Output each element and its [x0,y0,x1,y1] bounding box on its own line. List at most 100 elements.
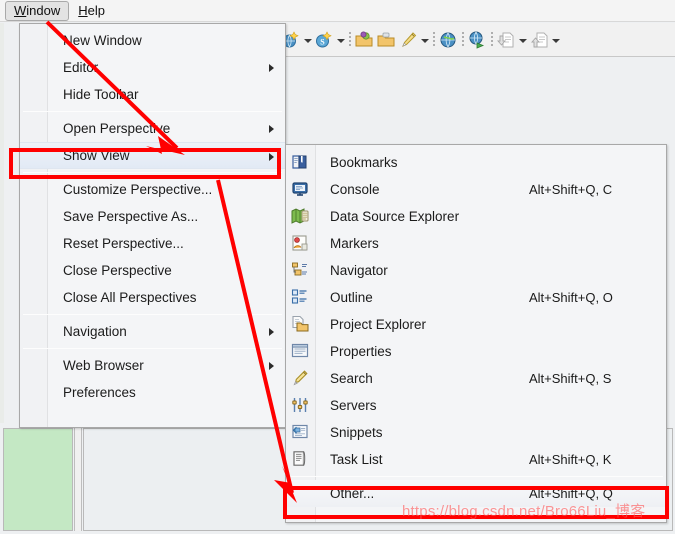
dropdown-arrow-icon[interactable] [419,30,430,50]
submenu-item-accel: Alt+Shift+Q, K [529,452,612,467]
import-document-icon[interactable] [496,30,516,50]
globe-export-icon[interactable] [467,30,487,50]
submenu-item-data-source-explorer[interactable]: Data Source Explorer [286,203,666,230]
menu-item-preferences[interactable]: Preferences [20,379,285,406]
submenu-item-outline[interactable]: Outline Alt+Shift+Q, O [286,284,666,311]
submenu-item-label: Project Explorer [330,317,427,332]
dropdown-arrow-icon[interactable] [550,30,561,50]
snippets-icon [291,423,309,441]
menu-bar: WWindowindow Help [0,0,675,22]
spring-run-icon[interactable]: S [314,30,334,50]
submenu-item-label: Markers [330,236,379,251]
menu-item-editor[interactable]: Editor [20,54,285,81]
menu-item-reset-perspective[interactable]: Reset Perspective... [20,230,285,257]
submenu-item-label: Navigator [330,263,388,278]
menu-item-web-browser[interactable]: Web Browser [20,352,285,379]
properties-icon [291,342,309,360]
editor-area-green-panel [3,428,73,531]
chevron-right-icon [269,328,274,336]
submenu-item-navigator[interactable]: Navigator [286,257,666,284]
globe-icon[interactable] [438,30,458,50]
submenu-item-task-list[interactable]: Task List Alt+Shift+Q, K [286,446,666,473]
menu-separator [23,111,282,112]
open-folder-icon[interactable] [376,30,396,50]
export-document-icon[interactable] [529,30,549,50]
menu-item-hide-toolbar[interactable]: Hide Toolbar [20,81,285,108]
toolbar-separator [430,30,437,50]
chevron-right-icon [269,362,274,370]
workbench-left-rail [0,23,4,423]
dropdown-arrow-icon[interactable] [335,30,346,50]
window-menu-dropdown: New Window Editor Hide Toolbar Open Pers… [19,23,286,428]
pencil-icon[interactable] [398,30,418,50]
submenu-item-project-explorer[interactable]: Project Explorer [286,311,666,338]
data-source-explorer-icon [291,207,309,225]
submenu-item-label: Outline [330,290,373,305]
menu-item-label: Web Browser [63,358,144,373]
menubar-item-window[interactable]: WWindowindow [5,0,70,21]
open-folder-color-icon[interactable] [354,30,374,50]
overflow-icon[interactable] [562,30,582,50]
svg-text:S: S [320,37,325,46]
menu-item-label: Navigation [63,324,127,339]
submenu-item-label: Properties [330,344,392,359]
menu-item-show-view[interactable]: Show View [20,142,285,169]
menu-item-new-window[interactable]: New Window [20,27,285,54]
menu-item-close-perspective[interactable]: Close Perspective [20,257,285,284]
submenu-item-label: Data Source Explorer [330,209,460,224]
submenu-item-label: Search [330,371,373,386]
task-list-icon [291,450,309,468]
submenu-item-markers[interactable]: Markers [286,230,666,257]
menu-item-save-perspective-as[interactable]: Save Perspective As... [20,203,285,230]
menu-item-navigation[interactable]: Navigation [20,318,285,345]
submenu-item-properties[interactable]: Properties [286,338,666,365]
submenu-item-bookmarks[interactable]: Bookmarks [286,149,666,176]
submenu-item-label: Snippets [330,425,383,440]
bookmarks-book-icon [291,153,309,171]
show-view-submenu: Bookmarks Console Alt+Shift+Q, C Data So… [285,144,667,523]
editor-sash[interactable] [74,428,82,531]
menu-item-open-perspective[interactable]: Open Perspective [20,115,285,142]
menu-item-label: New Window [63,33,142,48]
project-explorer-folder-icon [291,315,309,333]
main-toolbar: S [280,23,675,57]
eclipse-window: WWindowindow Help S [0,0,675,534]
menu-item-label: Close Perspective [63,263,172,278]
console-monitor-icon [291,180,309,198]
submenu-item-label: Servers [330,398,377,413]
dropdown-arrow-icon[interactable] [302,30,313,50]
menu-separator [23,348,282,349]
menu-item-label: Editor [63,60,99,75]
menu-item-label: Open Perspective [63,121,171,136]
toolbar-separator [488,30,495,50]
outline-icon [291,288,309,306]
submenu-item-snippets[interactable]: Snippets [286,419,666,446]
navigator-icon [291,261,309,279]
submenu-item-label: Console [330,182,380,197]
menu-item-label: Reset Perspective... [63,236,184,251]
submenu-item-accel: Alt+Shift+Q, C [529,182,613,197]
servers-sliders-icon [291,396,309,414]
menu-item-label: Hide Toolbar [63,87,139,102]
submenu-item-accel: Alt+Shift+Q, Q [529,486,613,501]
submenu-item-servers[interactable]: Servers [286,392,666,419]
menu-item-close-all-perspectives[interactable]: Close All Perspectives [20,284,285,311]
menu-item-customize-perspective[interactable]: Customize Perspective... [20,176,285,203]
submenu-item-label: Bookmarks [330,155,398,170]
menu-item-label: Show View [63,148,130,163]
submenu-item-accel: Alt+Shift+Q, S [529,371,612,386]
dropdown-arrow-icon[interactable] [517,30,528,50]
menu-item-label: Preferences [63,385,136,400]
menu-item-label: Close All Perspectives [63,290,197,305]
menubar-item-help[interactable]: Help [69,1,114,21]
submenu-item-console[interactable]: Console Alt+Shift+Q, C [286,176,666,203]
search-pencil-icon [291,369,309,387]
toolbar-separator [459,30,466,50]
submenu-item-label: Other... [330,486,375,501]
submenu-item-label: Task List [330,452,383,467]
submenu-item-search[interactable]: Search Alt+Shift+Q, S [286,365,666,392]
chevron-right-icon [269,125,274,133]
chevron-right-icon [269,153,274,161]
submenu-separator [289,476,663,477]
chevron-right-icon [269,64,274,72]
